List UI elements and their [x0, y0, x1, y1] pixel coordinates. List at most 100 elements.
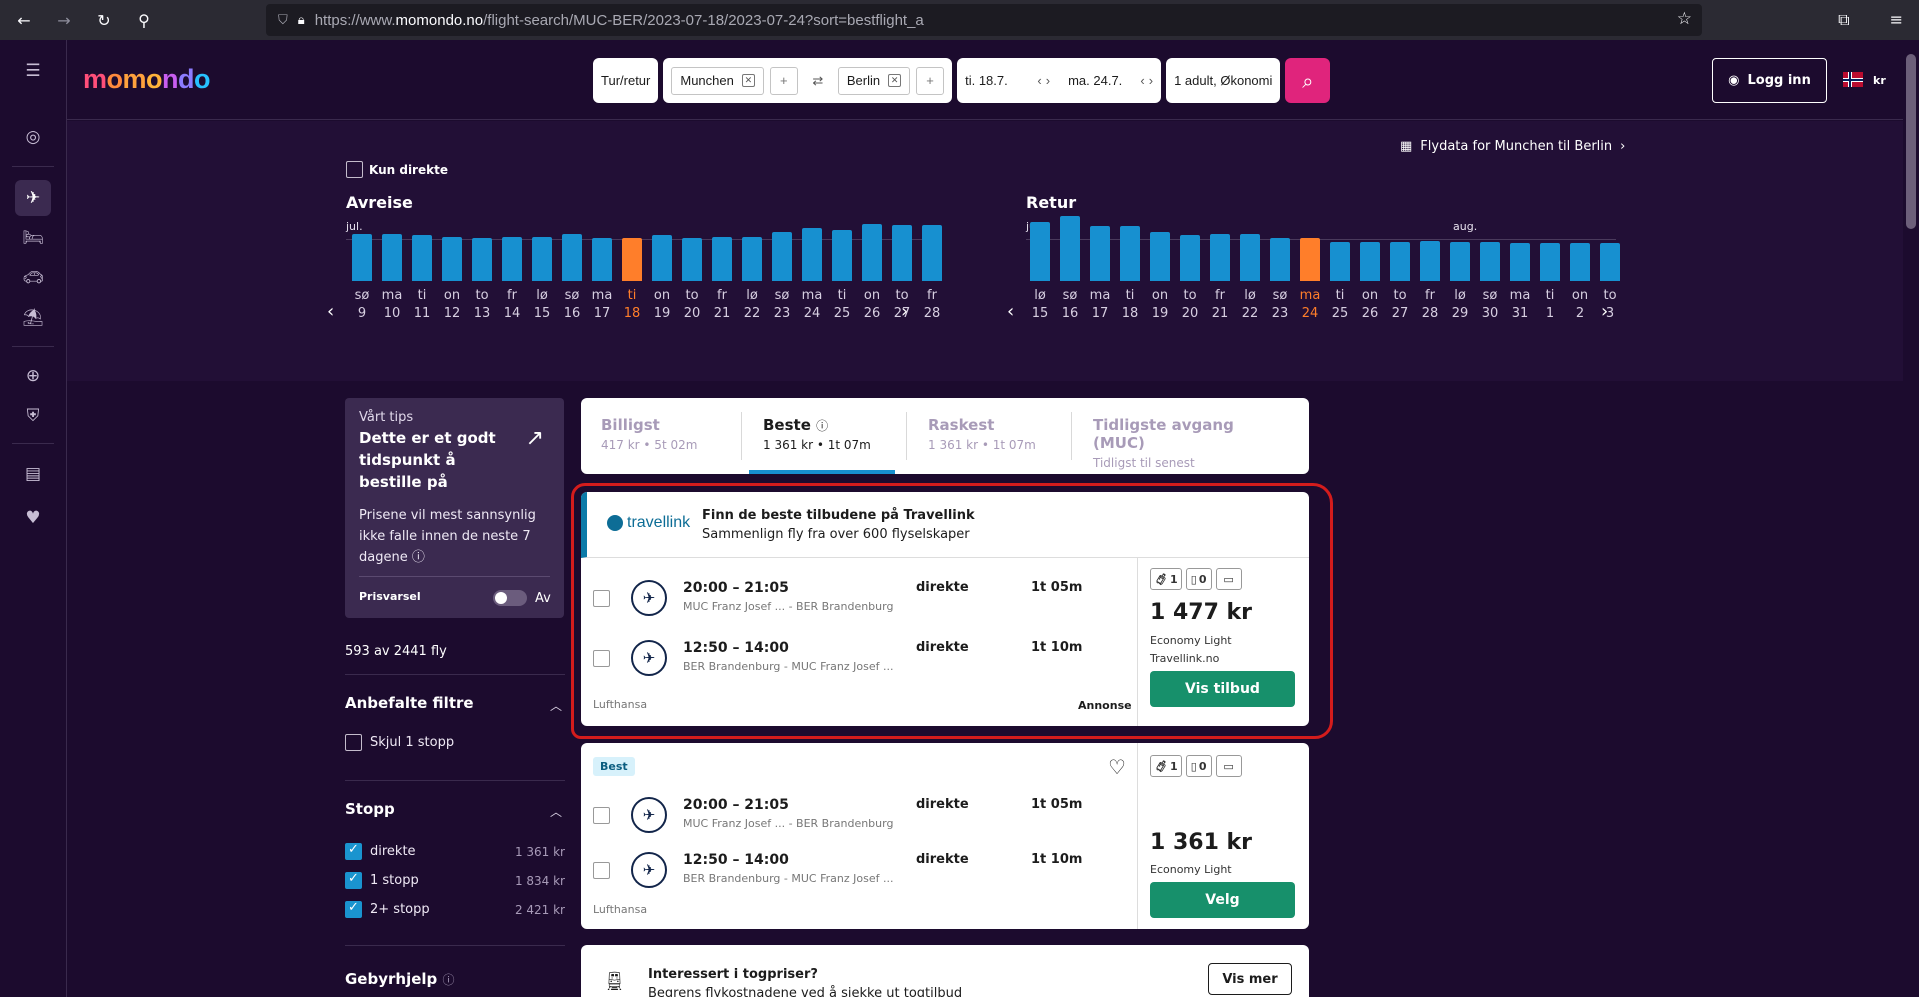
forward-icon[interactable]: →: [54, 11, 74, 30]
price-bar[interactable]: [1540, 243, 1560, 281]
price-bar[interactable]: [832, 230, 852, 281]
compare-checkbox[interactable]: [593, 650, 610, 667]
view-deal-button[interactable]: Vis tilbud: [1150, 671, 1295, 707]
stop-checkbox[interactable]: [345, 842, 362, 860]
hamburger-icon[interactable]: ☰: [15, 53, 51, 89]
return-date[interactable]: ma. 24.7.: [1068, 73, 1136, 88]
fees-filter-title[interactable]: Gebyrhjelp ⓘ: [345, 970, 455, 988]
show-more-button[interactable]: Vis mer: [1208, 963, 1292, 995]
back-icon[interactable]: ←: [14, 11, 34, 30]
tab-cheapest[interactable]: Billigst 417 kr • 5t 02m: [581, 398, 741, 474]
price-bar[interactable]: [1480, 242, 1500, 281]
ad-header[interactable]: travellink Finn de beste tilbudene på Tr…: [581, 492, 1309, 558]
stop-filter-row[interactable]: 2+ stopp 2 421 kr: [345, 900, 565, 918]
hide-1-stop-filter[interactable]: Skjul 1 stopp: [345, 734, 565, 751]
price-bar[interactable]: [1090, 226, 1110, 281]
url-text[interactable]: https://www.momondo.no/flight-search/MUC…: [315, 12, 924, 29]
stop-checkbox[interactable]: [345, 871, 362, 889]
price-bar[interactable]: [1150, 232, 1170, 281]
depart-prev-icon[interactable]: ‹: [1037, 73, 1041, 88]
price-bar[interactable]: [922, 225, 942, 281]
travelers-select[interactable]: 1 adult, Økonomi: [1166, 58, 1281, 103]
compare-checkbox[interactable]: [593, 807, 610, 824]
price-bar[interactable]: [1270, 238, 1290, 281]
baggage-info[interactable]: 🧳︎ 1 ▯ 0 ▭: [1150, 755, 1242, 777]
menu-icon[interactable]: ≡: [1890, 10, 1903, 30]
lock-icon[interactable]: 🔒︎: [298, 13, 305, 28]
price-bar[interactable]: [592, 238, 612, 281]
save-heart-icon[interactable]: ♡: [1108, 755, 1126, 779]
search-button[interactable]: ⌕: [1285, 58, 1331, 103]
momondo-logo[interactable]: momondo: [83, 64, 211, 95]
price-bar[interactable]: [772, 232, 792, 281]
price-bar[interactable]: [1600, 243, 1620, 281]
baggage-info[interactable]: 🧳︎ 1 ▯ 0 ▭: [1150, 568, 1242, 590]
explore-icon[interactable]: ⊕: [15, 358, 51, 394]
cars-icon[interactable]: 🚗︎: [15, 260, 51, 296]
price-bar[interactable]: [1060, 216, 1080, 281]
depart-date[interactable]: ti. 18.7.: [965, 73, 1033, 88]
remove-destination-icon[interactable]: ✕: [888, 74, 902, 87]
extension-icon[interactable]: ⚲: [134, 11, 154, 30]
stop-filter-row[interactable]: direkte 1 361 kr: [345, 842, 565, 860]
price-alert-toggle[interactable]: [493, 590, 527, 606]
price-bar[interactable]: [1360, 242, 1380, 281]
page-scrollbar[interactable]: [1903, 40, 1919, 997]
result-card[interactable]: Best ♡ ✈ 20:00 – 21:05 MUC Franz Josef .…: [581, 743, 1309, 929]
price-bar[interactable]: [1180, 235, 1200, 281]
price-bar[interactable]: [1450, 242, 1470, 281]
compare-checkbox[interactable]: [593, 862, 610, 879]
price-bar[interactable]: [412, 235, 432, 281]
login-button[interactable]: ◉ Logg inn: [1712, 58, 1827, 103]
price-bar[interactable]: [1120, 226, 1140, 281]
depart-next-icon[interactable]: ›: [1046, 73, 1050, 88]
origin-chip[interactable]: Munchen ✕: [671, 66, 764, 95]
return-prev-icon[interactable]: ‹: [1140, 73, 1144, 88]
info-icon[interactable]: ⓘ: [443, 973, 455, 987]
price-bar[interactable]: [382, 234, 402, 281]
bookmark-star-icon[interactable]: ☆: [1677, 9, 1692, 29]
return-next-icon[interactable]: ›: [1149, 73, 1153, 88]
price-bar[interactable]: [862, 224, 882, 281]
swap-icon[interactable]: ⇄: [804, 73, 832, 89]
destination-chip[interactable]: Berlin ✕: [837, 66, 911, 95]
feedback-icon[interactable]: ▤: [15, 456, 51, 492]
extensions-icon[interactable]: ⧉: [1838, 10, 1849, 30]
price-bar[interactable]: [472, 238, 492, 281]
price-bar[interactable]: [1420, 241, 1440, 281]
sponsored-result-card[interactable]: travellink Finn de beste tilbudene på Tr…: [581, 492, 1309, 726]
add-destination-icon[interactable]: +: [916, 66, 945, 95]
stop-filter-row[interactable]: 1 stopp 1 834 kr: [345, 871, 565, 889]
chevron-up-icon[interactable]: ︿: [550, 803, 562, 820]
info-icon[interactable]: ⓘ: [816, 419, 828, 433]
price-bar[interactable]: [712, 237, 732, 281]
flights-icon[interactable]: ✈: [15, 180, 51, 216]
price-bar[interactable]: [1210, 234, 1230, 281]
price-bar[interactable]: [532, 237, 552, 281]
stops-filter-title[interactable]: Stopp: [345, 800, 395, 818]
price-bar[interactable]: [1300, 238, 1320, 281]
price-bar[interactable]: [1510, 243, 1530, 281]
shield-icon[interactable]: ⛉: [278, 13, 288, 28]
price-bar[interactable]: [1030, 222, 1050, 281]
recommended-filters-title[interactable]: Anbefalte filtre: [345, 694, 474, 712]
price-bar[interactable]: [802, 228, 822, 281]
url-bar[interactable]: ⛉ 🔒︎ https://www.momondo.no/flight-searc…: [266, 4, 1702, 36]
price-bar[interactable]: [1240, 234, 1260, 281]
profile-icon[interactable]: ◎: [15, 119, 51, 155]
select-button[interactable]: Velg: [1150, 882, 1295, 918]
scroll-thumb[interactable]: [1906, 54, 1916, 229]
tab-earliest[interactable]: Tidligste avgang (MUC) Tidligst til sene…: [1073, 398, 1309, 474]
heart-icon[interactable]: ♥: [15, 500, 51, 536]
depart-prev-arrow-icon[interactable]: ‹: [327, 301, 334, 322]
compare-checkbox[interactable]: [593, 590, 610, 607]
norway-flag-icon[interactable]: [1843, 72, 1863, 87]
tab-best[interactable]: Beste ⓘ 1 361 kr • 1t 07m: [743, 398, 901, 474]
chevron-up-icon[interactable]: ︿: [550, 697, 562, 714]
price-bar[interactable]: [442, 237, 462, 281]
price-bar[interactable]: [1330, 242, 1350, 281]
tab-fastest[interactable]: Raskest 1 361 kr • 1t 07m: [908, 398, 1068, 474]
packages-icon[interactable]: ⛱: [15, 300, 51, 336]
price-bar[interactable]: [1390, 242, 1410, 281]
trip-type-select[interactable]: Tur/retur: [593, 58, 659, 103]
